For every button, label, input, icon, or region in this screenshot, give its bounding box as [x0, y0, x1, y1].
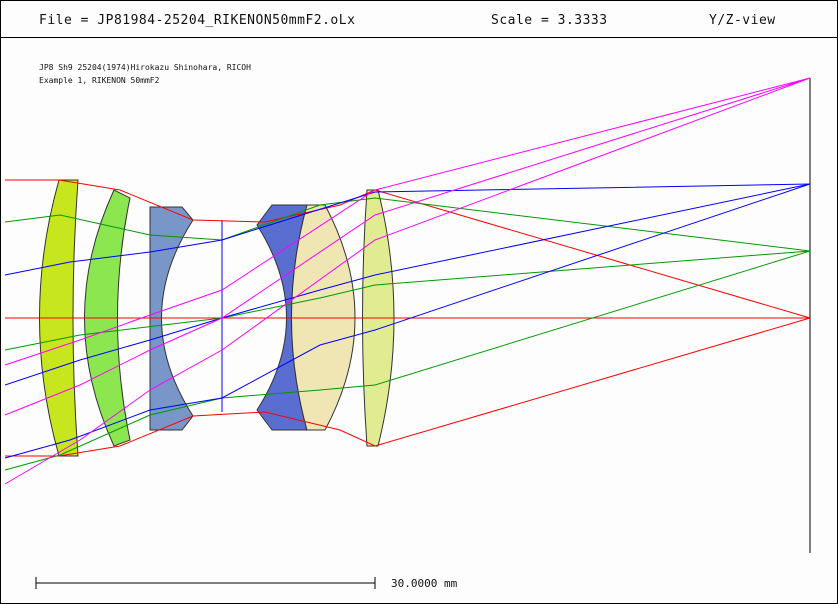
- scale-bar: [35, 577, 376, 589]
- ray-field1-chief: [4, 250, 811, 351]
- ray-field3-chief: [4, 77, 811, 416]
- lens-diagram: [4, 77, 811, 589]
